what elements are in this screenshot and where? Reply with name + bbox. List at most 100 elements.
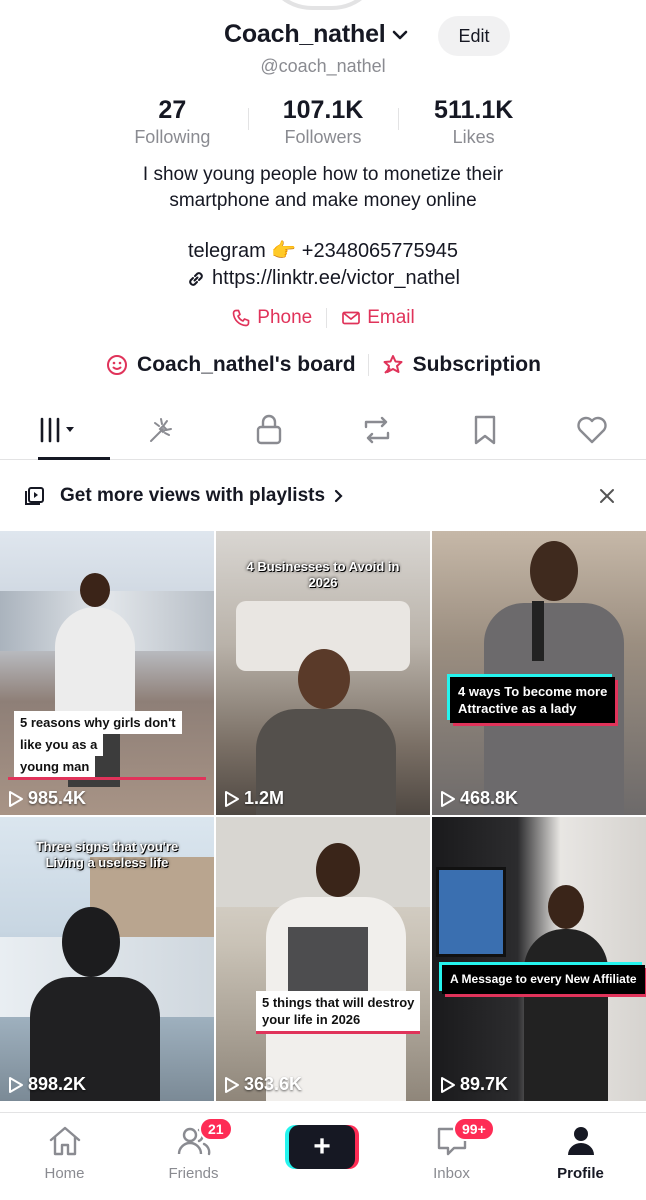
following-stat[interactable]: 27 Following (97, 96, 248, 150)
edit-profile-button[interactable]: Edit (438, 16, 510, 56)
likes-count: 511.1K (434, 96, 514, 124)
subscription-button[interactable]: Subscription (381, 353, 541, 377)
playlist-banner[interactable]: Get more views with playlists (0, 470, 646, 522)
nav-home[interactable]: Home (0, 1113, 129, 1200)
friends-badge: 21 (199, 1117, 233, 1141)
likes-stat[interactable]: 511.1K Likes (398, 96, 549, 150)
followers-count: 107.1K (282, 96, 364, 124)
following-count: 27 (158, 96, 187, 124)
profile-header: Coach_nathel Edit (0, 16, 646, 56)
bio: I show young people how to monetize thei… (60, 162, 586, 214)
nav-create[interactable]: + (258, 1113, 387, 1200)
phone-label: Phone (257, 307, 313, 328)
video-thumbnail[interactable]: 4 Businesses to Avoid in 2026 1.2M (216, 531, 430, 815)
tab-favorites[interactable] (431, 400, 539, 459)
divider (367, 354, 369, 376)
following-label: Following (134, 127, 211, 147)
phone-button[interactable]: Phone (231, 307, 312, 329)
nav-inbox[interactable]: Inbox 99+ (387, 1113, 516, 1200)
nav-friends[interactable]: Friends 21 (129, 1113, 258, 1200)
view-count: 468.8K (440, 788, 518, 809)
video-thumbnail[interactable]: 5 reasons why girls don't like you as a … (0, 531, 214, 815)
tab-liked[interactable] (538, 400, 646, 459)
link-icon (189, 271, 203, 286)
play-icon (441, 1076, 455, 1093)
play-icon (225, 1076, 239, 1093)
video-caption: 5 reasons why girls don't (14, 711, 182, 734)
username: Coach_nathel (224, 20, 386, 48)
play-icon (225, 790, 239, 807)
create-button[interactable]: + (289, 1125, 355, 1169)
profile-extras: Coach_nathel's board Subscription (0, 353, 646, 377)
email-label: Email (367, 307, 415, 328)
video-thumbnail[interactable]: 4 ways To become more Attractive as a la… (432, 531, 646, 815)
tab-videos[interactable] (0, 400, 110, 460)
view-count: 1.2M (224, 788, 284, 809)
nav-label: Home (44, 1165, 85, 1182)
play-icon (9, 790, 23, 807)
followers-stat[interactable]: 107.1K Followers (247, 96, 399, 150)
bio-line: I show young people how to monetize thei… (142, 164, 504, 185)
play-icon (9, 1076, 23, 1093)
video-caption: Three signs that you're Living a useless… (35, 839, 179, 870)
nav-label: Friends (168, 1165, 219, 1182)
board-button[interactable]: Coach_nathel's board (105, 353, 356, 377)
spark-icon (149, 417, 172, 442)
email-button[interactable]: Email (341, 307, 415, 329)
nav-label: Inbox (433, 1165, 470, 1182)
video-caption: like you as a (14, 733, 104, 756)
home-icon (49, 1126, 80, 1156)
close-icon[interactable] (596, 485, 618, 507)
subscription-icon (383, 355, 403, 374)
bottom-nav: Home Friends 21 + Inbox 99+ Profile (0, 1112, 646, 1200)
view-count: 89.7K (440, 1074, 508, 1095)
board-icon (107, 355, 128, 375)
lock-icon (256, 414, 282, 444)
subscription-label: Subscription (412, 353, 541, 376)
telegram-contact: telegram 👉 +2348065775945 (187, 240, 459, 262)
heart-icon (577, 416, 607, 443)
view-count: 985.4K (8, 788, 86, 809)
inbox-badge: 99+ (453, 1117, 495, 1141)
username-switcher[interactable]: Coach_nathel (224, 20, 410, 49)
video-caption: 4 ways To become more Attractive as a la… (450, 677, 616, 723)
profile-icon (567, 1127, 594, 1155)
profile-stats: 27 Following 107.1K Followers 511.1K Lik… (97, 96, 549, 150)
video-caption: A Message to every New Affiliate (442, 965, 645, 994)
view-count: 363.6K (224, 1074, 302, 1095)
board-label: Coach_nathel's board (137, 353, 356, 376)
video-thumbnail[interactable]: A Message to every New Affiliate 89.7K (432, 817, 646, 1101)
videos-grid-icon (40, 417, 74, 442)
video-grid: 5 reasons why girls don't like you as a … (0, 531, 646, 1101)
phone-icon (232, 309, 250, 327)
video-caption: young man (14, 755, 96, 778)
chevron-down-icon (392, 30, 407, 39)
bio-line: smartphone and make money online (169, 190, 477, 211)
contact-row: Phone Email (0, 307, 646, 329)
followers-label: Followers (284, 127, 362, 147)
bio-link[interactable]: https://linktr.ee/victor_nathel (0, 267, 646, 290)
mail-icon (342, 311, 361, 325)
video-caption: 5 things that will destroy your life in … (256, 991, 421, 1034)
playlist-icon (25, 487, 44, 505)
nav-label: Profile (557, 1165, 604, 1182)
link-text: https://linktr.ee/victor_nathel (212, 267, 460, 289)
bookmark-icon (474, 415, 495, 444)
nav-profile[interactable]: Profile (516, 1113, 645, 1200)
playlist-banner-text: Get more views with playlists (60, 485, 326, 506)
video-thumbnail[interactable]: 5 things that will destroy your life in … (216, 817, 430, 1101)
profile-tabs (0, 400, 646, 460)
divider (326, 308, 328, 328)
avatar[interactable] (262, 0, 382, 10)
repost-icon (364, 416, 390, 443)
view-count: 898.2K (8, 1074, 86, 1095)
play-icon (441, 790, 455, 807)
plus-icon: + (313, 1130, 331, 1163)
user-handle: @coach_nathel (260, 56, 386, 76)
tab-private[interactable] (215, 400, 323, 459)
tab-reposts[interactable] (323, 400, 431, 459)
chevron-right-icon (334, 489, 343, 503)
video-thumbnail[interactable]: Three signs that you're Living a useless… (0, 817, 214, 1101)
likes-label: Likes (452, 127, 495, 147)
tab-spark[interactable] (108, 400, 216, 459)
